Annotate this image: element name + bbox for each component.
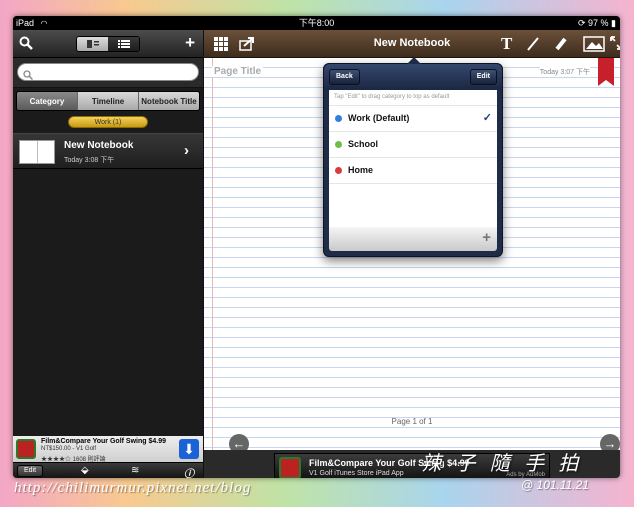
pen-tool-icon[interactable] [526, 36, 540, 57]
editor-toolbar: New Notebook T [204, 30, 620, 58]
status-bar: iPad ◠ 下午8:00 ⟳ 97 % ▮ [13, 16, 620, 30]
bookmark-ribbon-icon[interactable] [598, 58, 614, 86]
view-mode-toggle[interactable] [76, 36, 140, 52]
info-icon[interactable]: ⓘ [184, 465, 194, 478]
page-date: Today 3:07 下午 [539, 67, 590, 77]
download-arrow-icon[interactable]: ⬇ [179, 439, 199, 459]
category-label: Home [348, 165, 374, 175]
notebook-thumbnail [19, 140, 55, 164]
category-row-home[interactable]: Home [329, 158, 497, 184]
ad-title: Film&Compare Your Golf Swing $4.99 [41, 438, 166, 445]
sort-tabs: Category Timeline Notebook Title [16, 91, 200, 111]
category-list: Tap "Edit" to drag category to top as de… [329, 90, 497, 227]
date-watermark: @ 101.11.21 [521, 478, 590, 492]
image-icon[interactable] [583, 36, 605, 57]
chevron-right-icon[interactable]: › [184, 142, 189, 159]
status-battery: ⟳ 97 % ▮ [578, 16, 616, 30]
list-view-icon[interactable] [108, 37, 139, 51]
left-bottom-toolbar: Edit ⬙ ≋ ⓘ [13, 462, 203, 478]
edit-button[interactable]: Edit [17, 465, 43, 477]
category-row-work[interactable]: Work (Default) ✓ [329, 106, 497, 132]
category-row-school[interactable]: School [329, 132, 497, 158]
grid-view-icon[interactable] [77, 37, 108, 51]
search-input[interactable] [17, 63, 199, 81]
list-item[interactable]: New Notebook Today 3:08 下午 › [13, 133, 203, 169]
tab-notebook-title[interactable]: Notebook Title [139, 92, 199, 110]
category-color-dot [335, 141, 342, 148]
tab-timeline[interactable]: Timeline [78, 92, 139, 110]
checkmark-icon: ✓ [482, 112, 492, 124]
page-title[interactable]: Page Title [212, 66, 264, 77]
inbox-icon[interactable]: ⬙ [81, 465, 89, 476]
ad-subtitle: V1 Golf iTunes Store iPad App [309, 470, 404, 477]
add-notebook-icon[interactable]: + [185, 33, 195, 53]
ad-banner-left[interactable]: Film&Compare Your Golf Swing $4.99 NT$15… [13, 436, 203, 463]
notebook-list-pane: + Category Timeline Notebook Title Work … [13, 30, 203, 478]
status-time: 下午8:00 [298, 18, 335, 28]
battery-percent: 97 % [588, 18, 609, 28]
popover-footer: + [329, 227, 497, 251]
wifi-sync-icon[interactable]: ≋ [131, 465, 139, 476]
left-toolbar: + [13, 30, 203, 58]
edit-categories-button[interactable]: Edit [469, 69, 497, 85]
battery-icon: ▮ [611, 18, 616, 28]
category-popover: Back Edit Tap "Edit" to drag category to… [323, 57, 503, 257]
notebook-title: New Notebook [64, 140, 134, 151]
page-margin-line [212, 58, 213, 450]
popover-hint: Tap "Edit" to drag category to top as de… [329, 90, 497, 106]
ipad-screen: iPad ◠ 下午8:00 ⟳ 97 % ▮ + Category Timeli… [13, 16, 620, 478]
app-icon [279, 457, 301, 478]
signature-watermark: 辣 子 隨 手 拍 [421, 451, 583, 475]
category-label: Work (Default) [348, 113, 410, 123]
text-tool-icon[interactable]: T [501, 34, 512, 54]
highlighter-icon[interactable] [554, 36, 568, 57]
fullscreen-icon[interactable] [610, 36, 620, 55]
app-icon [16, 439, 36, 459]
add-category-icon[interactable]: + [482, 229, 491, 246]
notebook-time: Today 3:08 下午 [64, 157, 115, 164]
search-icon[interactable] [19, 36, 33, 50]
search-field-icon [23, 67, 34, 81]
category-color-dot [335, 167, 342, 174]
lock-rotation-icon: ⟳ [577, 18, 586, 28]
popover-nav-bar: Back Edit [324, 64, 502, 90]
category-header: Work (1) [13, 111, 203, 133]
url-watermark: http://chilimurmur.pixnet.net/blog [14, 480, 252, 496]
back-button[interactable]: Back [329, 69, 360, 85]
search-bar [13, 58, 203, 88]
category-label: School [348, 139, 379, 149]
ad-price: NT$150.00 - V1 Golf [41, 446, 97, 452]
tab-category[interactable]: Category [17, 92, 78, 110]
page-indicator: Page 1 of 1 [391, 417, 433, 426]
category-color-dot [335, 115, 342, 122]
category-pill[interactable]: Work (1) [68, 116, 148, 128]
